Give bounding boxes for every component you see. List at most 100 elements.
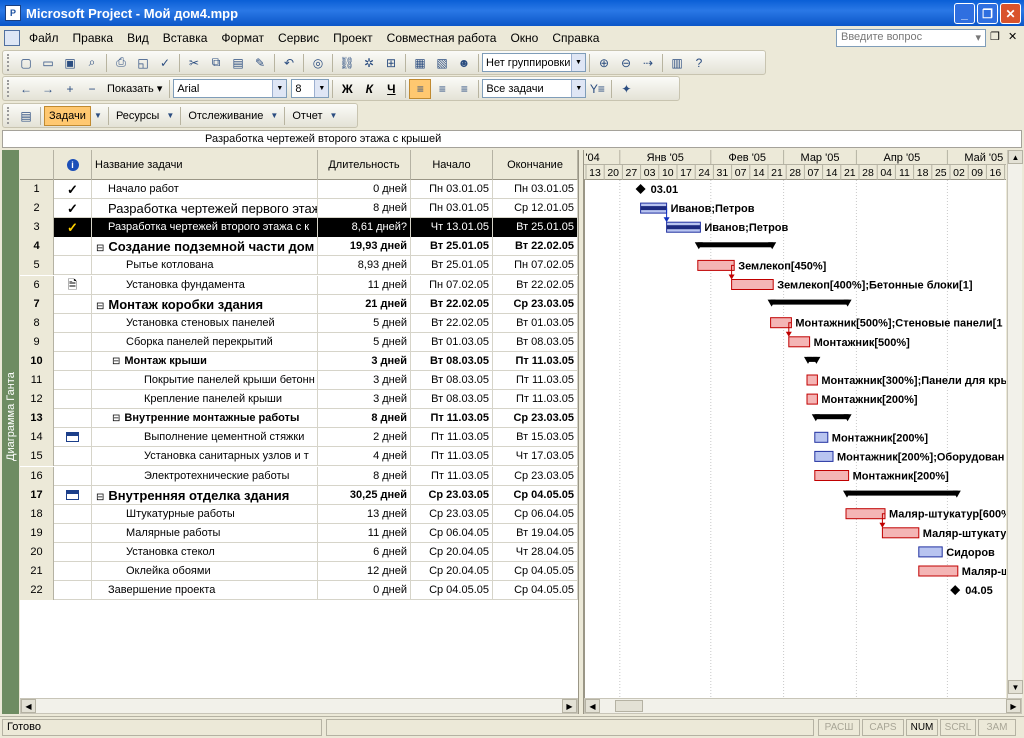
maximize-button[interactable]: ❐ bbox=[977, 3, 998, 24]
task-finish[interactable]: Ср 04.05.05 bbox=[493, 485, 578, 505]
align-center-icon[interactable]: ≡ bbox=[431, 79, 453, 99]
row-number[interactable]: 2 bbox=[20, 199, 54, 219]
table-hscrollbar[interactable]: ◀ ▶ bbox=[20, 698, 578, 714]
table-row[interactable]: 11 Покрытие панелей крыши бетонн 3 дней Вт … bbox=[20, 371, 578, 390]
entry-bar[interactable]: Разработка чертежей второго этажа с крыш… bbox=[2, 130, 1022, 148]
table-row[interactable]: 20 Установка стекол 6 дней Ср 20.04.05 Чт 28… bbox=[20, 542, 578, 562]
help-icon[interactable]: ? bbox=[688, 53, 710, 73]
task-name[interactable]: Штукатурные работы bbox=[92, 504, 318, 524]
task-finish[interactable]: Ср 04.05.05 bbox=[493, 581, 578, 601]
collapse-icon[interactable]: ⊟ bbox=[96, 243, 104, 254]
table-row[interactable]: 12 Крепление панелей крыши 3 дней Вт 08.03.… bbox=[20, 390, 578, 410]
row-number[interactable]: 5 bbox=[20, 256, 54, 276]
arrow-right-icon[interactable]: → bbox=[37, 79, 59, 99]
menu-insert[interactable]: Вставка bbox=[156, 28, 215, 48]
menu-project[interactable]: Проект bbox=[326, 28, 380, 48]
hyperlink-icon[interactable]: ◎ bbox=[307, 53, 329, 73]
task-name[interactable]: ⊟ Создание подземной части дом bbox=[92, 237, 318, 257]
minimize-button[interactable]: _ bbox=[954, 3, 975, 24]
row-number[interactable]: 22 bbox=[20, 581, 54, 601]
scroll-left-icon[interactable]: ◀ bbox=[585, 699, 600, 713]
task-finish[interactable]: Ср 23.03.05 bbox=[493, 294, 578, 314]
task-name[interactable]: ⊟ Внутренние монтажные работы bbox=[92, 409, 318, 429]
task-start[interactable]: Чт 13.01.05 bbox=[411, 218, 493, 238]
task-start[interactable]: Вт 25.01.05 bbox=[411, 237, 493, 257]
task-name[interactable]: Установка стеновых панелей bbox=[92, 313, 318, 333]
menu-window[interactable]: Окно bbox=[503, 28, 545, 48]
task-duration[interactable]: 4 дней bbox=[318, 447, 411, 467]
scroll-right-icon[interactable]: ▶ bbox=[562, 699, 577, 713]
task-finish[interactable]: Ср 23.03.05 bbox=[493, 466, 578, 486]
row-number[interactable]: 6 bbox=[20, 275, 54, 295]
doc-close-icon[interactable]: ✕ bbox=[1008, 30, 1017, 43]
row-number-header[interactable] bbox=[20, 150, 54, 180]
project-guide-icon[interactable]: ▤ bbox=[15, 106, 37, 126]
task-finish[interactable]: Ср 06.04.05 bbox=[493, 504, 578, 524]
task-finish[interactable]: Ср 23.03.05 bbox=[493, 409, 578, 429]
task-name[interactable]: ⊟ Монтаж крыши bbox=[92, 351, 318, 371]
task-duration[interactable]: 19,93 дней bbox=[318, 237, 411, 257]
gantt-wizard-icon[interactable]: ✦ bbox=[615, 79, 637, 99]
toolbar-grip[interactable] bbox=[7, 80, 11, 97]
bold-button[interactable]: Ж bbox=[336, 79, 358, 99]
collapse-icon[interactable]: ⊟ bbox=[112, 356, 120, 367]
task-name[interactable]: Покрытие панелей крыши бетонн bbox=[92, 371, 318, 390]
task-duration[interactable]: 2 дней bbox=[318, 428, 411, 448]
duration-header[interactable]: Длительность bbox=[318, 150, 411, 180]
task-name[interactable]: Рытье котлована bbox=[92, 256, 318, 276]
table-row[interactable]: 10 ⊟ Монтаж крыши 3 дней Вт 08.03.05 Пт 11.03… bbox=[20, 351, 578, 371]
scroll-thumb[interactable] bbox=[615, 700, 643, 712]
row-number[interactable]: 1 bbox=[20, 180, 54, 199]
task-start[interactable]: Вт 25.01.05 bbox=[411, 256, 493, 276]
table-row[interactable]: 22 Завершение проекта 0 дней Ср 04.05.05 Ср … bbox=[20, 581, 578, 601]
new-icon[interactable]: ▢ bbox=[15, 53, 37, 73]
task-duration[interactable]: 3 дней bbox=[318, 371, 411, 390]
collapse-icon[interactable]: ⊟ bbox=[112, 413, 120, 424]
report-button[interactable]: Отчет bbox=[288, 106, 326, 126]
task-finish[interactable]: Вт 25.01.05 bbox=[493, 218, 578, 238]
task-name[interactable]: Разработка чертежей первого этаж bbox=[92, 199, 318, 219]
menu-view[interactable]: Вид bbox=[120, 28, 156, 48]
task-start[interactable]: Пн 07.02.05 bbox=[411, 275, 493, 295]
link-tasks-icon[interactable]: ⛓ bbox=[336, 53, 358, 73]
task-duration[interactable]: 3 дней bbox=[318, 351, 411, 371]
task-name[interactable]: Установка фундамента bbox=[92, 275, 318, 295]
table-row[interactable]: 2 ✓ Разработка чертежей первого этаж 8 дней… bbox=[20, 199, 578, 219]
task-start[interactable]: Пн 03.01.05 bbox=[411, 199, 493, 219]
task-finish[interactable]: Пн 07.02.05 bbox=[493, 256, 578, 276]
menu-help[interactable]: Справка bbox=[545, 28, 606, 48]
task-name[interactable]: Разработка чертежей второго этажа с к bbox=[92, 218, 318, 238]
task-duration[interactable]: 8 дней bbox=[318, 466, 411, 486]
assign-resources-icon[interactable]: ☻ bbox=[453, 53, 475, 73]
row-number[interactable]: 10 bbox=[20, 351, 54, 371]
task-duration[interactable]: 30,25 дней bbox=[318, 485, 411, 505]
task-finish[interactable]: Ср 04.05.05 bbox=[493, 562, 578, 581]
row-number[interactable]: 21 bbox=[20, 562, 54, 581]
task-name[interactable]: Сборка панелей перекрытий bbox=[92, 332, 318, 352]
table-row[interactable]: 4 ⊟ Создание подземной части дом 19,93 дней… bbox=[20, 237, 578, 257]
task-start[interactable]: Ср 20.04.05 bbox=[411, 542, 493, 562]
task-duration[interactable]: 5 дней bbox=[318, 332, 411, 352]
document-icon[interactable] bbox=[4, 29, 20, 46]
chevron-down-icon[interactable]: ▼ bbox=[163, 106, 177, 126]
start-header[interactable]: Начало bbox=[411, 150, 493, 180]
task-start[interactable]: Вт 08.03.05 bbox=[411, 390, 493, 410]
task-name[interactable]: Электротехнические работы bbox=[92, 466, 318, 486]
task-duration[interactable]: 8 дней bbox=[318, 409, 411, 429]
task-finish[interactable]: Чт 28.04.05 bbox=[493, 542, 578, 562]
task-name[interactable]: ⊟ Внутренняя отделка здания bbox=[92, 485, 318, 505]
tasks-button[interactable]: Задачи bbox=[44, 105, 91, 126]
task-duration[interactable]: 13 дней bbox=[318, 504, 411, 524]
task-duration[interactable]: 11 дней bbox=[318, 523, 411, 543]
font-size-select[interactable]: 8 ▼ bbox=[291, 79, 330, 98]
task-finish[interactable]: Пн 03.01.05 bbox=[493, 180, 578, 199]
cut-icon[interactable]: ✂ bbox=[183, 53, 205, 73]
close-button[interactable]: ✕ bbox=[1000, 3, 1021, 24]
italic-button[interactable]: К bbox=[358, 79, 380, 99]
autofilter-icon[interactable]: Y≡ bbox=[586, 79, 608, 99]
print-preview-icon[interactable]: ◱ bbox=[132, 53, 154, 73]
filter-select[interactable]: Все задачи ▼ bbox=[482, 79, 587, 98]
vertical-scrollbar[interactable]: ▲ ▼ bbox=[1007, 150, 1023, 698]
row-number[interactable]: 7 bbox=[20, 294, 54, 314]
toolbar-grip[interactable] bbox=[7, 54, 11, 71]
